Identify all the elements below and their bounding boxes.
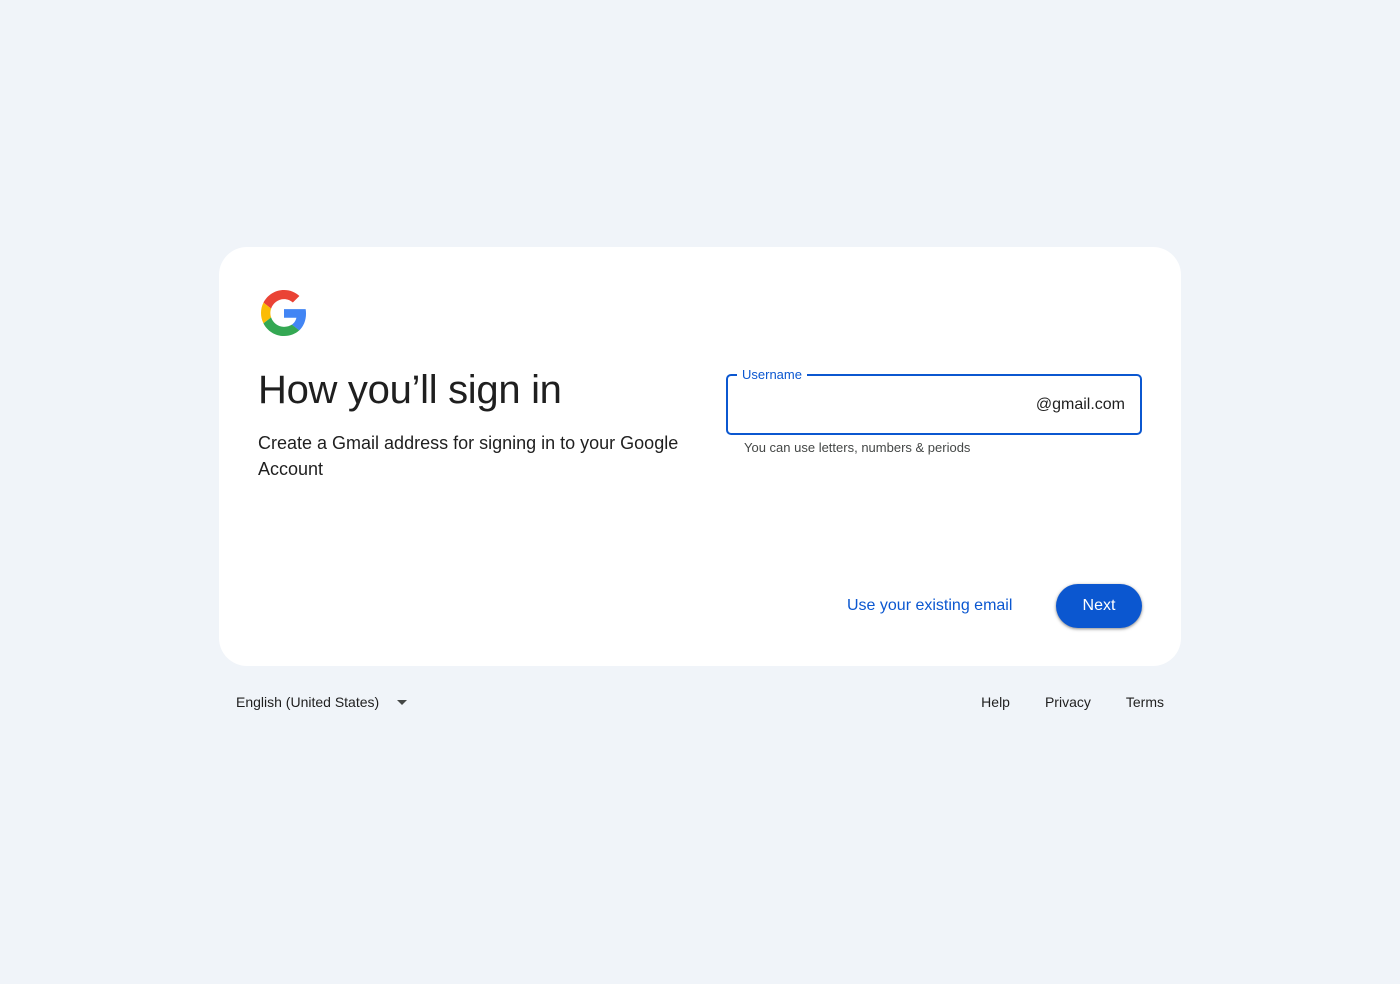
language-selector[interactable]: English (United States) bbox=[236, 686, 408, 718]
username-label: Username bbox=[737, 367, 807, 383]
language-label: English (United States) bbox=[236, 694, 380, 710]
username-input[interactable] bbox=[742, 390, 1032, 418]
signup-card: How you’ll sign in Create a Gmail addres… bbox=[219, 247, 1181, 666]
username-field[interactable]: Username @gmail.com bbox=[726, 367, 1142, 435]
page-subtitle: Create a Gmail address for signing in to… bbox=[258, 433, 679, 479]
caret-down-icon bbox=[397, 699, 408, 705]
signup-page: How you’ll sign in Create a Gmail addres… bbox=[0, 0, 1400, 984]
page-title: How you’ll sign in bbox=[258, 368, 562, 412]
help-link[interactable]: Help bbox=[981, 694, 1010, 710]
username-helper-text: You can use letters, numbers & periods bbox=[744, 440, 971, 455]
google-g-icon bbox=[261, 290, 307, 336]
footer: English (United States) Help Privacy Ter… bbox=[219, 686, 1181, 718]
gmail-suffix: @gmail.com bbox=[1035, 396, 1125, 413]
use-existing-email-button[interactable]: Use your existing email bbox=[831, 584, 1028, 628]
next-button[interactable]: Next bbox=[1056, 584, 1142, 628]
footer-links: Help Privacy Terms bbox=[946, 686, 1164, 718]
terms-link[interactable]: Terms bbox=[1126, 694, 1164, 710]
privacy-link[interactable]: Privacy bbox=[1045, 694, 1091, 710]
